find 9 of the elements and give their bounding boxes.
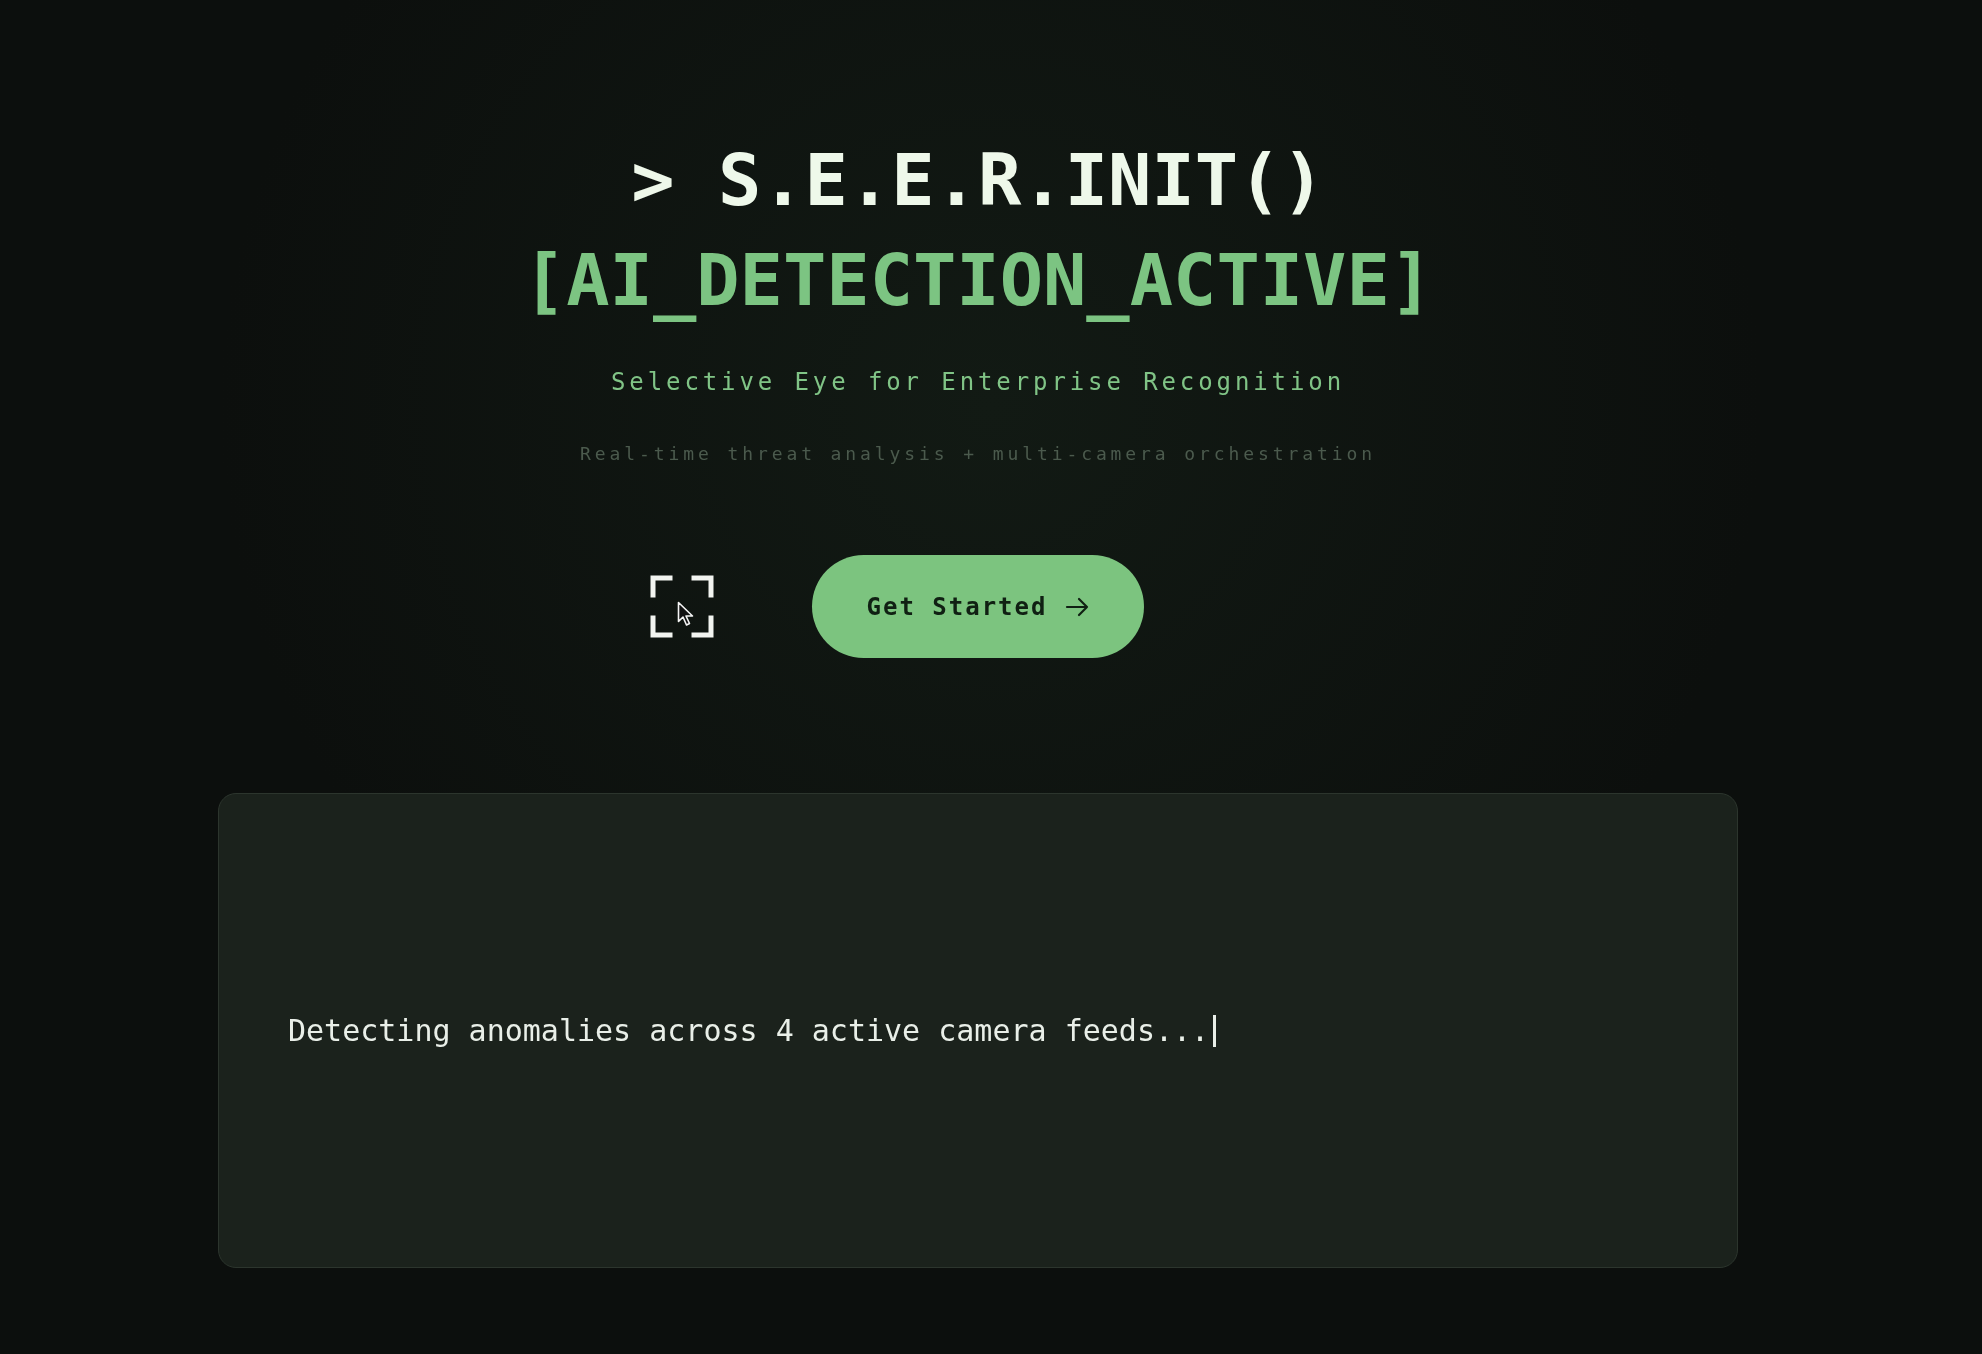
status-heading: [AI_DETECTION_ACTIVE] (522, 237, 1434, 324)
get-started-button[interactable]: Get Started (811, 555, 1145, 658)
tagline: Real-time threat analysis + multi-camera orchestration (580, 442, 1376, 466)
page-title: > S.E.E.R.INIT() (631, 137, 1325, 224)
terminal-text: Detecting anomalies across 4 active camera feeds... (288, 1011, 1210, 1050)
subtitle: Selective Eye for Enterprise Recognition (611, 367, 1345, 398)
arrow-right-icon (1065, 596, 1090, 617)
mouse-pointer-icon (676, 601, 695, 627)
focus-frame-icon[interactable] (649, 575, 714, 638)
